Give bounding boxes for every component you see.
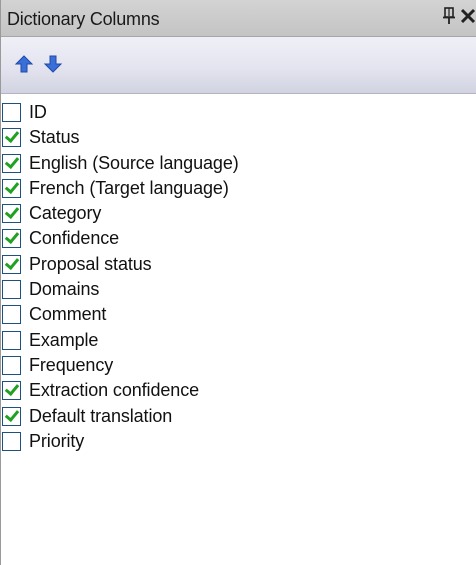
- column-label: French (Target language): [29, 177, 229, 198]
- arrow-up-icon: [14, 55, 34, 73]
- column-list-item[interactable]: English (Source language): [1, 151, 476, 176]
- column-list-item[interactable]: Category: [1, 201, 476, 226]
- column-label: Confidence: [29, 228, 120, 249]
- column-checkbox[interactable]: [2, 229, 21, 249]
- column-checkbox[interactable]: [2, 381, 21, 401]
- toolbar: [1, 37, 476, 94]
- column-label: Category: [29, 203, 102, 224]
- column-label: Example: [29, 329, 99, 350]
- column-list-item[interactable]: Status: [1, 125, 476, 150]
- column-list-item[interactable]: Example: [1, 328, 476, 353]
- column-label: Comment: [29, 304, 107, 325]
- arrow-down-icon: [43, 55, 63, 73]
- move-up-button[interactable]: [12, 52, 36, 76]
- column-checkbox[interactable]: [2, 204, 21, 224]
- panel-title-bar[interactable]: Dictionary Columns: [1, 0, 476, 37]
- move-down-button[interactable]: [41, 52, 65, 76]
- column-checkbox[interactable]: [2, 128, 21, 148]
- column-list-item[interactable]: French (Target language): [1, 176, 476, 201]
- column-label: Frequency: [29, 354, 114, 375]
- column-list-item[interactable]: Proposal status: [1, 252, 476, 277]
- column-label: ID: [29, 102, 47, 122]
- column-list-item[interactable]: Priority: [1, 429, 476, 454]
- column-list: ID Status English (Source language) French …: [1, 100, 476, 454]
- column-list-item[interactable]: ID: [1, 100, 476, 125]
- column-checkbox[interactable]: [2, 355, 21, 375]
- column-list-item[interactable]: Frequency: [1, 353, 476, 378]
- column-list-item[interactable]: Confidence: [1, 226, 476, 251]
- column-checkbox[interactable]: [2, 431, 21, 451]
- pin-icon[interactable]: [442, 7, 456, 25]
- dictionary-columns-panel: Dictionary Columns ID Status English (So…: [0, 0, 476, 565]
- column-label: Default translation: [29, 405, 173, 426]
- column-label: Priority: [29, 430, 85, 451]
- column-label: English (Source language): [29, 152, 239, 173]
- column-list-item[interactable]: Extraction confidence: [1, 378, 476, 403]
- column-checkbox[interactable]: [2, 280, 21, 300]
- panel-title: Dictionary Columns: [7, 9, 160, 29]
- column-label: Extraction confidence: [29, 380, 199, 401]
- column-checkbox[interactable]: [2, 254, 21, 274]
- column-list-item[interactable]: Comment: [1, 302, 476, 327]
- column-checkbox[interactable]: [2, 305, 21, 325]
- column-label: Proposal status: [29, 253, 152, 274]
- column-checkbox[interactable]: [2, 330, 21, 350]
- column-checkbox[interactable]: [2, 406, 21, 426]
- column-label: Domains: [29, 279, 100, 300]
- column-checkbox[interactable]: [2, 103, 21, 122]
- column-list-item[interactable]: Default translation: [1, 404, 476, 429]
- column-checkbox[interactable]: [2, 178, 21, 198]
- column-label: Status: [29, 127, 80, 148]
- column-list-item[interactable]: Domains: [1, 277, 476, 302]
- close-icon[interactable]: [460, 8, 476, 24]
- column-checkbox[interactable]: [2, 153, 21, 173]
